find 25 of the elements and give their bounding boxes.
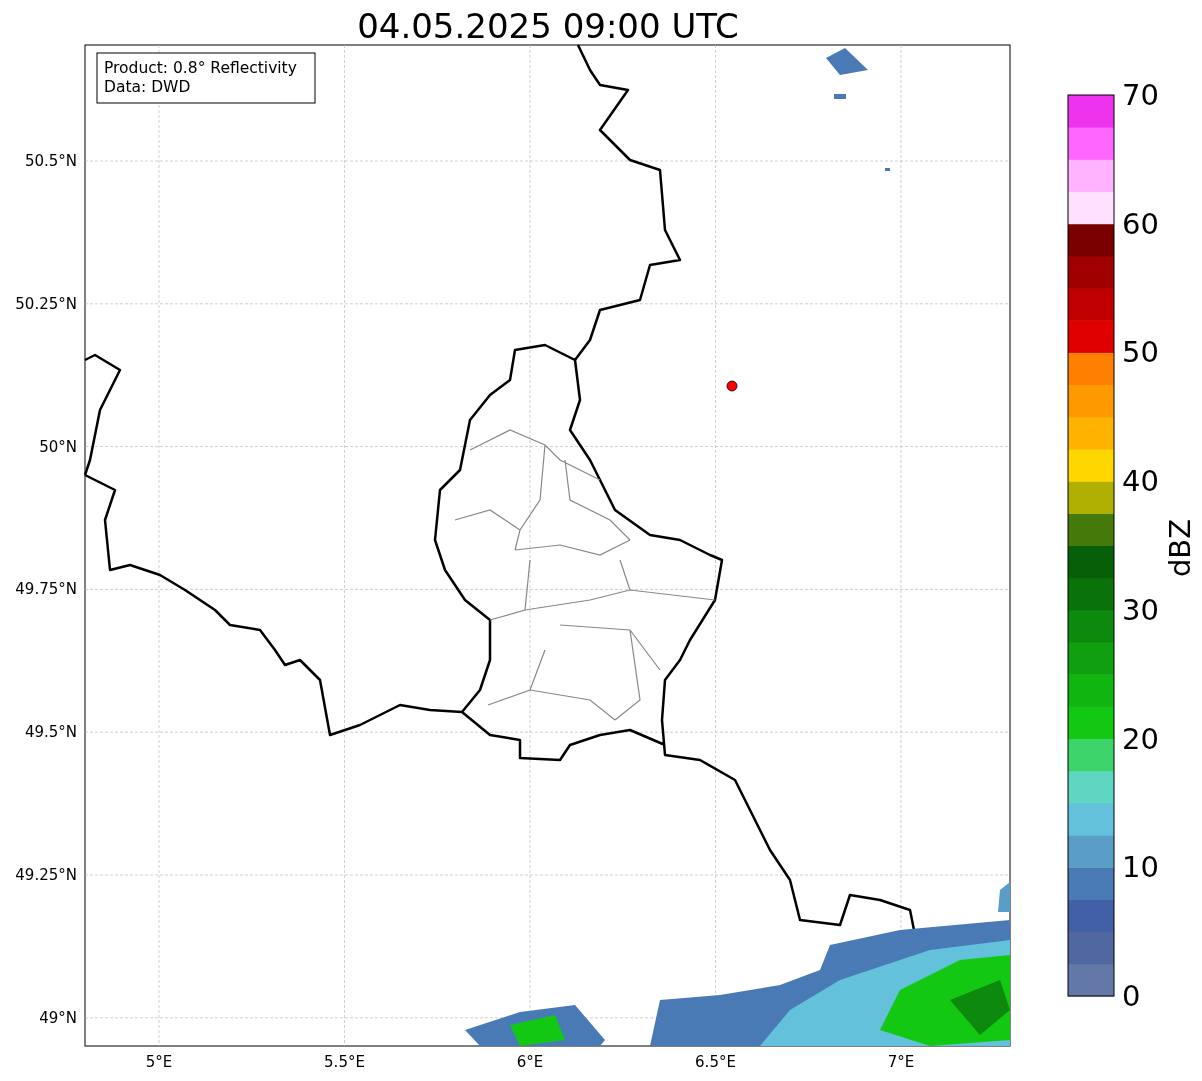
axis-tick-label: 6°E	[516, 1053, 544, 1071]
colorbar-tick-label: 10	[1122, 850, 1159, 885]
info-text: Product: 0.8° Reflectivity	[104, 59, 297, 77]
colorbar-tick-label: 30	[1122, 592, 1159, 627]
colorbar-tick-label: 50	[1122, 335, 1159, 370]
axis-tick-label: 49°N	[39, 1008, 77, 1027]
info-text: Data: DWD	[104, 78, 191, 96]
axis-tick-label: 50.25°N	[15, 294, 77, 313]
axis-tick-label: 7°E	[887, 1053, 915, 1071]
axis-tick-label: 5°E	[145, 1053, 173, 1071]
axis-tick-label: 49.25°N	[15, 866, 77, 884]
axis-tick-label: 6.5°E	[695, 1053, 736, 1071]
axis-tick-label: 50°N	[39, 437, 77, 456]
axis-tick-label: 5.5°E	[324, 1053, 365, 1071]
chart-title: 04.05.2025 09:00 UTC	[357, 6, 739, 46]
axis-tick-label: 49.5°N	[24, 723, 77, 742]
colorbar-label: dBZ	[1163, 518, 1197, 578]
colorbar-tick-label: 60	[1122, 206, 1159, 241]
colorbar-tick-label: 20	[1122, 721, 1159, 756]
colorbar-tick-label: 40	[1122, 464, 1159, 499]
axis-tick-label: 50.5°N	[24, 152, 77, 170]
colorbar-tick-label: 0	[1122, 979, 1141, 1013]
colorbar-tick-label: 70	[1122, 78, 1159, 112]
radar-site-marker	[726, 380, 738, 392]
axis-tick-label: 49.75°N	[15, 580, 77, 599]
